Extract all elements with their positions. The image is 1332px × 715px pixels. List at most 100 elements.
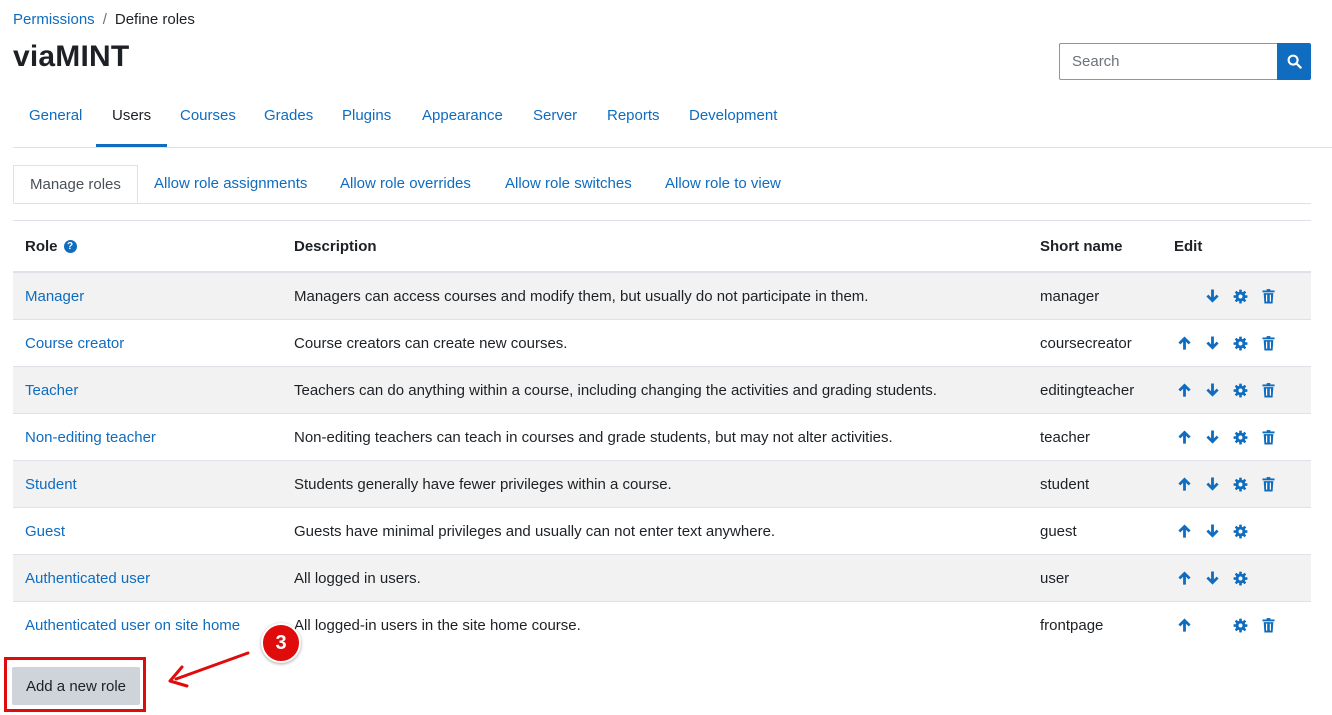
- roles-table: Role? Description Short name Edit Manage…: [13, 220, 1311, 648]
- tab-users[interactable]: Users: [95, 97, 168, 147]
- gear-icon[interactable]: [1230, 427, 1250, 447]
- edit-actions-cell: [1162, 413, 1311, 461]
- trash-icon[interactable]: [1258, 427, 1278, 447]
- tab-plugins[interactable]: Plugins: [342, 97, 391, 147]
- role-name-link[interactable]: Authenticated user: [25, 570, 150, 587]
- secondary-tabs: Manage roles Allow role assignments Allo…: [13, 165, 1311, 204]
- table-row: Manager Managers can access courses and m…: [13, 271, 1311, 320]
- tab-allow-role-overrides[interactable]: Allow role overrides: [340, 165, 471, 203]
- move-down-icon[interactable]: [1202, 521, 1222, 541]
- gear-icon[interactable]: [1230, 615, 1250, 635]
- role-description: Non-editing teachers can teach in course…: [282, 413, 1028, 461]
- tab-courses[interactable]: Courses: [180, 97, 236, 147]
- gear-icon[interactable]: [1230, 474, 1250, 494]
- role-name-link[interactable]: Teacher: [25, 382, 78, 399]
- move-down-icon[interactable]: [1202, 427, 1222, 447]
- role-name-link[interactable]: Course creator: [25, 335, 124, 352]
- icon-placeholder: [1202, 615, 1222, 635]
- table-header-row: Role? Description Short name Edit: [13, 220, 1311, 273]
- help-icon[interactable]: ?: [63, 239, 77, 253]
- gear-icon[interactable]: [1230, 333, 1250, 353]
- role-short-name: guest: [1028, 507, 1162, 555]
- move-up-icon[interactable]: [1174, 568, 1194, 588]
- annotation-arrow: [168, 651, 250, 688]
- tab-allow-role-switches[interactable]: Allow role switches: [505, 165, 632, 203]
- edit-actions: [1174, 521, 1299, 541]
- tab-allow-role-assignments[interactable]: Allow role assignments: [154, 165, 307, 203]
- edit-actions: [1174, 427, 1299, 447]
- move-down-icon[interactable]: [1202, 474, 1222, 494]
- role-short-name: coursecreator: [1028, 319, 1162, 367]
- move-down-icon[interactable]: [1202, 333, 1222, 353]
- column-header-edit: Edit: [1162, 220, 1311, 273]
- table-row: Non-editing teacher Non-editing teachers …: [13, 413, 1311, 461]
- trash-icon[interactable]: [1258, 615, 1278, 635]
- trash-icon[interactable]: [1258, 286, 1278, 306]
- tab-server[interactable]: Server: [533, 97, 577, 147]
- trash-icon[interactable]: [1258, 380, 1278, 400]
- column-header-description: Description: [282, 220, 1028, 273]
- move-down-icon[interactable]: [1202, 380, 1222, 400]
- role-cell: Teacher: [13, 366, 282, 414]
- breadcrumb-separator: /: [102, 11, 107, 28]
- breadcrumb-permissions-link[interactable]: Permissions: [13, 11, 95, 28]
- edit-actions-cell: [1162, 601, 1311, 648]
- role-short-name: user: [1028, 554, 1162, 602]
- add-new-role-button[interactable]: Add a new role: [12, 667, 140, 705]
- move-down-icon[interactable]: [1202, 568, 1222, 588]
- step-number-badge: 3: [261, 623, 301, 663]
- search-icon: [1287, 54, 1302, 69]
- trash-icon[interactable]: [1258, 474, 1278, 494]
- gear-icon[interactable]: [1230, 380, 1250, 400]
- search-form: [1059, 43, 1311, 80]
- breadcrumb: Permissions / Define roles: [13, 11, 195, 28]
- move-up-icon[interactable]: [1174, 474, 1194, 494]
- edit-actions: [1174, 333, 1299, 353]
- edit-actions: [1174, 615, 1299, 635]
- tab-allow-role-to-view[interactable]: Allow role to view: [665, 165, 781, 203]
- role-name-link[interactable]: Authenticated user on site home: [25, 617, 240, 634]
- tab-appearance[interactable]: Appearance: [422, 97, 503, 147]
- tab-reports[interactable]: Reports: [607, 97, 660, 147]
- role-description: All logged in users.: [282, 554, 1028, 602]
- tab-general[interactable]: General: [29, 97, 82, 147]
- gear-icon[interactable]: [1230, 286, 1250, 306]
- role-short-name: frontpage: [1028, 601, 1162, 648]
- edit-actions-cell: [1162, 460, 1311, 508]
- role-name-link[interactable]: Non-editing teacher: [25, 429, 156, 446]
- primary-navigation: General Users Courses Grades Plugins App…: [13, 97, 1332, 148]
- edit-actions: [1174, 568, 1299, 588]
- edit-actions: [1174, 380, 1299, 400]
- move-up-icon[interactable]: [1174, 427, 1194, 447]
- move-up-icon[interactable]: [1174, 615, 1194, 635]
- search-input[interactable]: [1059, 43, 1277, 80]
- role-header-label: Role: [25, 237, 58, 255]
- role-cell: Course creator: [13, 319, 282, 367]
- move-up-icon[interactable]: [1174, 333, 1194, 353]
- edit-actions-cell: [1162, 507, 1311, 555]
- search-button[interactable]: [1277, 43, 1311, 80]
- page-title: viaMINT: [13, 40, 130, 73]
- breadcrumb-current: Define roles: [114, 11, 195, 28]
- move-up-icon[interactable]: [1174, 380, 1194, 400]
- role-name-link[interactable]: Guest: [25, 523, 65, 540]
- role-cell: Student: [13, 460, 282, 508]
- move-up-icon[interactable]: [1174, 521, 1194, 541]
- tab-development[interactable]: Development: [689, 97, 777, 147]
- role-name-link[interactable]: Manager: [25, 288, 84, 305]
- role-description: Students generally have fewer privileges…: [282, 460, 1028, 508]
- edit-actions-cell: [1162, 319, 1311, 367]
- trash-icon[interactable]: [1258, 333, 1278, 353]
- tab-grades[interactable]: Grades: [264, 97, 313, 147]
- role-cell: Manager: [13, 271, 282, 320]
- table-row: Guest Guests have minimal privileges and …: [13, 507, 1311, 555]
- role-description: Course creators can create new courses.: [282, 319, 1028, 367]
- role-name-link[interactable]: Student: [25, 476, 77, 493]
- edit-actions: [1174, 474, 1299, 494]
- gear-icon[interactable]: [1230, 568, 1250, 588]
- tab-manage-roles[interactable]: Manage roles: [13, 165, 138, 203]
- gear-icon[interactable]: [1230, 521, 1250, 541]
- role-cell: Authenticated user: [13, 554, 282, 602]
- move-down-icon[interactable]: [1202, 286, 1222, 306]
- column-header-short-name: Short name: [1028, 220, 1162, 273]
